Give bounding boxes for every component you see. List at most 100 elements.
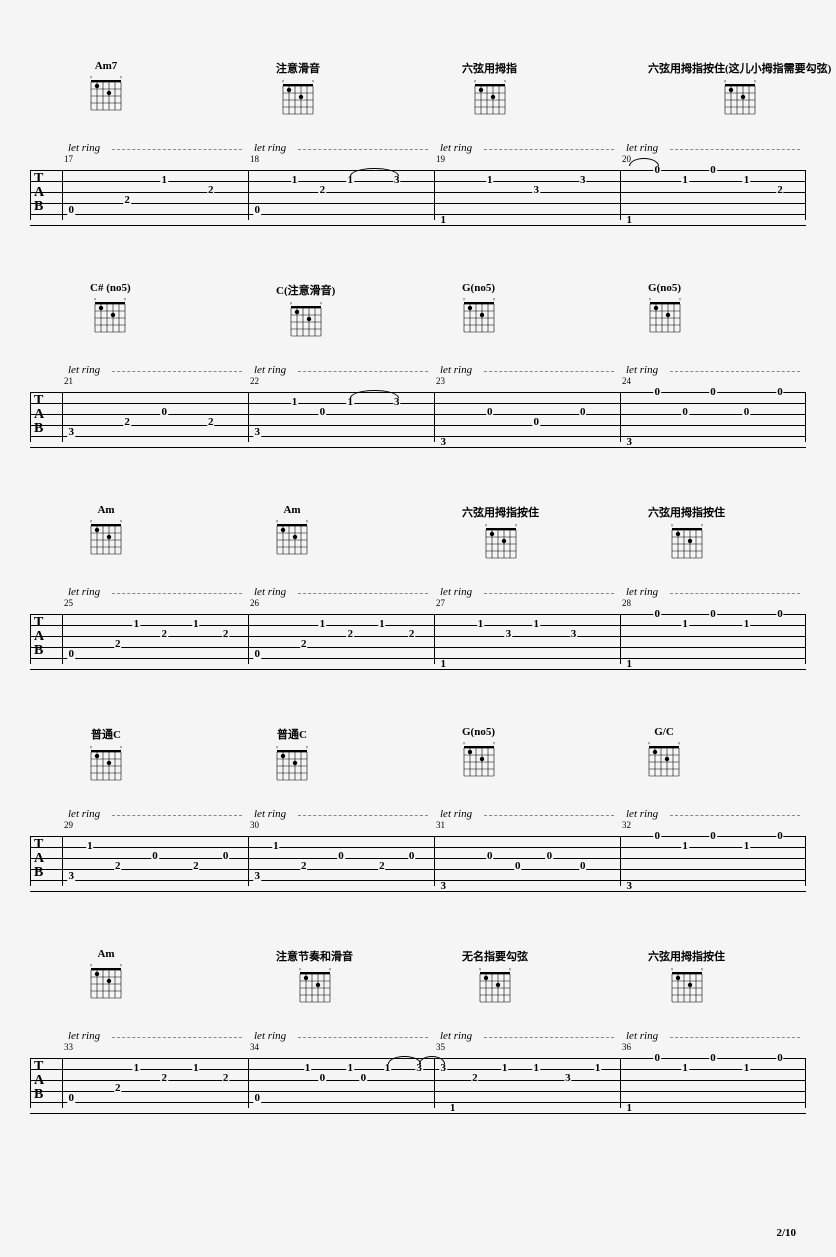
tab-note: 1	[486, 175, 494, 185]
barline	[248, 392, 249, 442]
chord-block: Am × ×	[90, 504, 122, 559]
chord-diagram: × ×	[276, 745, 308, 785]
let-ring-dash	[298, 1037, 428, 1038]
svg-text:×: ×	[648, 742, 651, 747]
barline	[620, 836, 621, 886]
svg-text:×: ×	[312, 80, 314, 85]
barline	[620, 392, 621, 442]
barline	[620, 614, 621, 664]
tab-note: 1	[440, 215, 448, 225]
tab-note: 0	[709, 831, 717, 841]
chord-name: Am7	[95, 60, 118, 72]
let-ring-text: let ring	[254, 364, 286, 376]
svg-text:×: ×	[479, 968, 482, 973]
let-ring-dash	[484, 371, 614, 372]
tab-note: 2	[114, 861, 122, 871]
tab-note: 1	[743, 175, 751, 185]
svg-text:×: ×	[509, 968, 511, 973]
tab-note: 3	[570, 629, 578, 639]
tab-note: 1	[133, 1063, 141, 1073]
let-ring-dash	[112, 149, 242, 150]
let-ring-text: let ring	[68, 364, 100, 376]
tab-note: 1	[533, 1063, 541, 1073]
tab-note: 2	[114, 639, 122, 649]
barline	[434, 170, 435, 220]
tab-note: 2	[408, 629, 416, 639]
let-ring-dash	[670, 815, 800, 816]
chord-row: C# (no5) × × C(注意滑音) × × G(no5)	[30, 282, 806, 360]
tab-note: 1	[681, 619, 689, 629]
tab-lines	[30, 170, 806, 226]
tab-note: 0	[653, 165, 661, 175]
let-ring-text: let ring	[254, 142, 286, 154]
chord-block: Am7 × ×	[90, 60, 122, 115]
tab-note: 0	[709, 1053, 717, 1063]
tab-note: 1	[743, 1063, 751, 1073]
barline	[805, 392, 806, 442]
chord-diagram: × ×	[485, 523, 517, 563]
barline	[62, 392, 63, 442]
chord-diagram: × ×	[90, 745, 122, 785]
svg-text:×: ×	[463, 742, 466, 747]
let-ring-dash	[484, 1037, 614, 1038]
barline	[805, 836, 806, 886]
tab-note: 0	[319, 407, 327, 417]
tab-note: 0	[222, 851, 230, 861]
chord-row: Am × × Am × × 六弦用拇指按住	[30, 504, 806, 582]
chord-block: 普通C × ×	[90, 726, 122, 785]
tab-note: 0	[68, 1093, 76, 1103]
svg-text:×: ×	[503, 80, 505, 85]
chord-name: 六弦用拇指	[462, 60, 517, 76]
chord-name: 注意节奏和滑音	[276, 948, 353, 964]
let-ring-dash	[112, 593, 242, 594]
chord-block: 六弦用拇指按住(这儿小拇指需要勾弦) × ×	[648, 60, 831, 119]
barline	[805, 614, 806, 664]
tab-note: 1	[681, 175, 689, 185]
tab-note: 1	[743, 619, 751, 629]
barline	[62, 836, 63, 886]
svg-text:×: ×	[120, 746, 122, 751]
svg-text:×: ×	[700, 524, 702, 529]
barline	[434, 614, 435, 664]
let-ring-text: let ring	[68, 586, 100, 598]
svg-text:×: ×	[276, 520, 279, 525]
tab-note: 1	[440, 659, 448, 669]
tab-note: 1	[626, 1103, 634, 1113]
chord-diagram: × ×	[299, 967, 331, 1007]
let-ring-text: let ring	[626, 142, 658, 154]
barline	[30, 836, 31, 886]
let-ring-text: let ring	[254, 808, 286, 820]
tab-clef: TAB	[34, 172, 44, 214]
tab-note: 0	[709, 387, 717, 397]
tab-note: 1	[272, 841, 280, 851]
tab-note: 1	[304, 1063, 312, 1073]
svg-text:×: ×	[678, 742, 680, 747]
tab-note: 3	[415, 1063, 423, 1073]
svg-text:×: ×	[299, 968, 302, 973]
tab-note: 1	[86, 841, 94, 851]
tab-note: 0	[546, 851, 554, 861]
tab-note: 2	[222, 1073, 230, 1083]
tab-note: 2	[161, 1073, 169, 1083]
tab-note: 0	[514, 861, 522, 871]
let-ring-dash	[484, 593, 614, 594]
chord-block: G(no5) × ×	[462, 726, 495, 781]
svg-text:×: ×	[514, 524, 516, 529]
tab-note: 0	[337, 851, 345, 861]
let-ring-dash	[112, 815, 242, 816]
barline	[805, 170, 806, 220]
svg-text:×: ×	[649, 298, 652, 303]
tab-note: 3	[440, 881, 448, 891]
chord-name: Am	[97, 504, 114, 516]
tab-note: 1	[291, 397, 299, 407]
tab-note: 2	[471, 1073, 479, 1083]
barline	[805, 1058, 806, 1108]
tab-note: 3	[440, 1063, 448, 1073]
svg-text:×: ×	[700, 968, 702, 973]
tab-note: 0	[653, 1053, 661, 1063]
chord-name: 六弦用拇指按住	[648, 948, 725, 964]
let-ring-text: let ring	[440, 1030, 472, 1042]
barline	[62, 1058, 63, 1108]
tab-note: 3	[68, 427, 76, 437]
let-ring-text: let ring	[440, 808, 472, 820]
